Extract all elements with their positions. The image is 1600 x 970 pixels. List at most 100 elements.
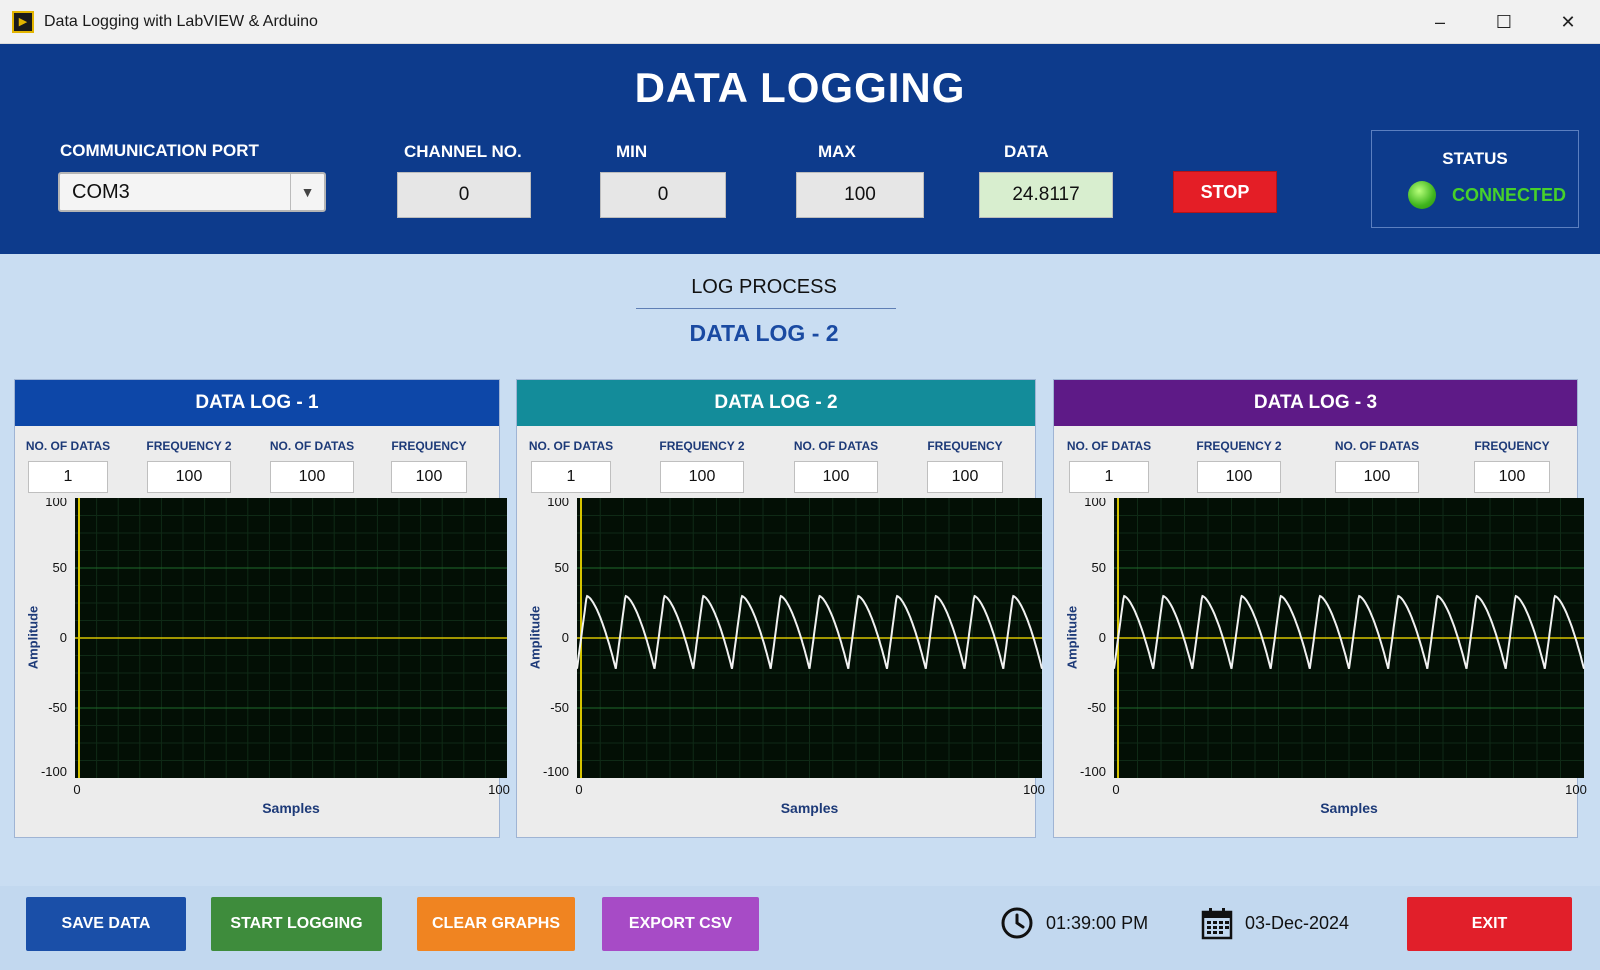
field-input[interactable]: 100 [1197, 461, 1281, 493]
field-input[interactable]: 1 [1069, 461, 1149, 493]
date-value: 03-Dec-2024 [1245, 912, 1350, 933]
y-tick-label: 50 [1092, 560, 1106, 575]
exit-button[interactable]: EXIT [1407, 897, 1572, 951]
data-log-2-panel: DATA LOG - 2 NO. OF DATAS 1 FREQUENCY 2 100 N… [516, 379, 1045, 838]
y-axis-label: Amplitude [25, 605, 41, 670]
log-process-value: DATA LOG - 2 [689, 320, 839, 346]
time-value: 01:39:00 PM [1046, 912, 1149, 933]
field-label: NO. OF DATAS [1066, 439, 1152, 453]
page-title: DATA LOGGING [634, 64, 966, 111]
y-tick-label: 100 [45, 498, 67, 509]
graph-svg: 100 50 0 -50 -100 0 100 [543, 498, 1045, 797]
y-tick-label: 50 [53, 560, 67, 575]
data-log-1-panel: DATA LOG - 1 NO. OF DATAS 1 FREQUENCY 2 100 N… [14, 379, 510, 838]
field-input[interactable]: 1 [28, 461, 108, 493]
y-axis-label: Amplitude [1064, 605, 1080, 670]
y-axis-label: Amplitude [527, 605, 543, 670]
graph: 100 50 0 -50 -100 0 100 [1054, 498, 1600, 818]
x-tick-label: 100 [1023, 782, 1045, 797]
time-display: 01:39:00 PM [1000, 906, 1148, 940]
stop-button[interactable]: STOP [1173, 171, 1277, 213]
y-tick-label: -100 [41, 764, 67, 779]
y-tick-label: -50 [48, 700, 67, 715]
y-tick-label: 0 [60, 630, 67, 645]
header-panel: DATA LOGGING COMMUNICATION PORT COM3 ▼ C… [0, 44, 1600, 254]
field-label: NO. OF DATAS [1334, 439, 1420, 453]
y-tick-label: -100 [543, 764, 569, 779]
min-input[interactable]: 0 [600, 172, 726, 218]
comm-port-value: COM3 [72, 180, 130, 203]
field-input[interactable]: 100 [147, 461, 231, 493]
status-label: STATUS [1442, 149, 1508, 168]
data-log-3-panel: DATA LOG - 3 NO. OF DATAS 1 FREQUENCY 2 100 N… [1053, 379, 1587, 838]
field-label: FREQUENCY 2 [146, 439, 232, 453]
field-input[interactable]: 1 [531, 461, 611, 493]
status-panel: STATUS CONNECTED [1371, 130, 1579, 228]
x-axis-label: Samples [1320, 800, 1378, 816]
field-input[interactable]: 100 [794, 461, 878, 493]
clear-graphs-button[interactable]: CLEAR GRAPHS [417, 897, 575, 951]
graph: 100 50 0 -50 -100 0 100 [15, 498, 527, 818]
date-display: 03-Dec-2024 [1201, 906, 1349, 940]
comm-port-label: COMMUNICATION PORT [60, 141, 259, 160]
comm-port-select[interactable]: COM3 ▼ [58, 172, 326, 212]
field-input[interactable]: 100 [1335, 461, 1419, 493]
x-axis-label: Samples [780, 800, 839, 816]
chevron-down-icon[interactable]: ▼ [290, 174, 324, 210]
y-tick-label: 0 [562, 630, 569, 645]
field-label: NO. OF DATAS [528, 439, 614, 453]
start-logging-button[interactable]: START LOGGING [211, 897, 382, 951]
window-title: Data Logging with LabVIEW & Arduino [44, 12, 318, 30]
minimize-icon[interactable]: – [1408, 0, 1472, 44]
x-tick-label: 0 [1112, 782, 1119, 797]
log-process-label: LOG PROCESS [691, 276, 837, 298]
status-led-icon [1408, 181, 1436, 209]
x-tick-label: 0 [575, 782, 582, 797]
channel-input[interactable]: 0 [397, 172, 531, 218]
panel-title: DATA LOG - 3 [1054, 380, 1577, 426]
field-label: NO. OF DATAS [793, 439, 879, 453]
window-controls: – ☐ ✕ [1408, 0, 1600, 44]
x-tick-label: 100 [1565, 782, 1587, 797]
field-input[interactable]: 100 [927, 461, 1003, 493]
field-label: FREQUENCY [391, 439, 467, 453]
close-icon[interactable]: ✕ [1536, 0, 1600, 44]
data-readout: 24.8117 [979, 172, 1113, 218]
title-bar: ▶ Data Logging with LabVIEW & Arduino – … [0, 0, 1600, 44]
field-label: FREQUENCY [1474, 439, 1550, 453]
export-csv-button[interactable]: EXPORT CSV [602, 897, 759, 951]
x-axis-label: Samples [262, 800, 320, 816]
max-input[interactable]: 100 [796, 172, 924, 218]
x-tick-label: 100 [488, 782, 510, 797]
field-label: FREQUENCY 2 [659, 439, 745, 453]
min-label: MIN [616, 142, 648, 161]
field-label: NO. OF DATAS [269, 439, 355, 453]
y-tick-label: -100 [1080, 764, 1106, 779]
field-input[interactable]: 100 [270, 461, 354, 493]
status-value: CONNECTED [1452, 185, 1567, 205]
x-tick-label: 0 [73, 782, 80, 797]
field-input[interactable]: 100 [391, 461, 467, 493]
y-tick-label: -50 [1087, 700, 1106, 715]
y-tick-label: 0 [1099, 630, 1106, 645]
y-tick-label: -50 [550, 700, 569, 715]
calendar-icon [1201, 908, 1233, 940]
field-label: FREQUENCY [927, 439, 1003, 453]
field-input[interactable]: 100 [1474, 461, 1550, 493]
labview-app-icon: ▶ [12, 10, 34, 33]
y-tick-label: 50 [555, 560, 569, 575]
max-label: MAX [818, 142, 856, 161]
field-label: NO. OF DATAS [25, 439, 111, 453]
panel-title: DATA LOG - 1 [15, 380, 499, 426]
save-data-button[interactable]: SAVE DATA [26, 897, 186, 951]
channel-label: CHANNEL NO. [404, 142, 522, 161]
field-label: FREQUENCY 2 [1196, 439, 1282, 453]
graph: 100 50 0 -50 -100 0 100 [517, 498, 1062, 818]
maximize-icon[interactable]: ☐ [1472, 0, 1536, 44]
y-tick-label: 100 [1084, 498, 1106, 509]
y-tick-label: 100 [547, 498, 569, 509]
graph-svg: 100 50 0 -50 -100 0 100 [41, 498, 510, 797]
panel-title: DATA LOG - 2 [517, 380, 1035, 426]
clock-icon [1001, 907, 1033, 939]
field-input[interactable]: 100 [660, 461, 744, 493]
